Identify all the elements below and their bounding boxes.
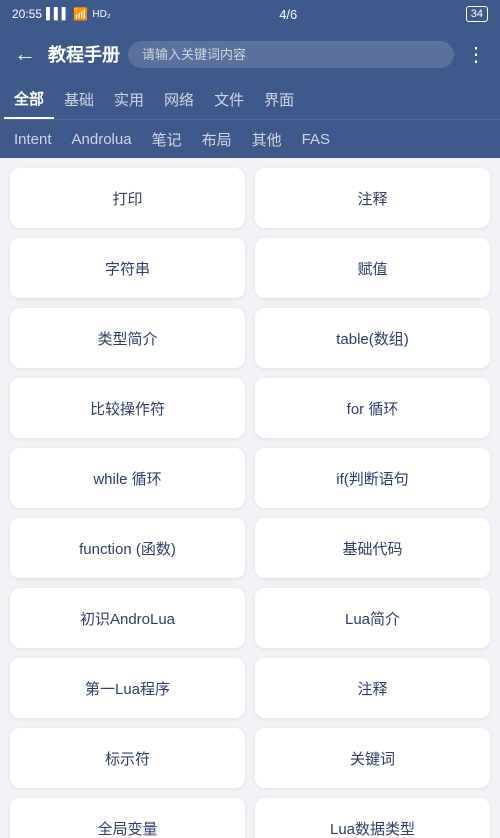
tab-network[interactable]: 网络 — [154, 81, 204, 118]
list-item[interactable]: 注释 — [255, 658, 490, 718]
list-item[interactable]: for 循环 — [255, 378, 490, 438]
list-item[interactable]: 关键词 — [255, 728, 490, 788]
status-bar: 20:55 ▌▌▌ 📶 HD₂ 4/6 34 — [0, 0, 500, 28]
list-item[interactable]: 全局变量 — [10, 798, 245, 838]
page-title: 教程手册 — [48, 41, 120, 67]
tab-intent[interactable]: Intent — [4, 123, 62, 156]
list-item[interactable]: 类型简介 — [10, 308, 245, 368]
list-item[interactable]: while 循环 — [10, 448, 245, 508]
list-item[interactable]: if(判断语句 — [255, 448, 490, 508]
tab-androlua[interactable]: Androlua — [62, 123, 142, 156]
tab-all[interactable]: 全部 — [4, 80, 54, 119]
list-item[interactable]: 注释 — [255, 168, 490, 228]
status-left: 20:55 ▌▌▌ 📶 HD₂ — [12, 7, 111, 21]
list-item[interactable]: Lua数据类型 — [255, 798, 490, 838]
list-item[interactable]: 赋值 — [255, 238, 490, 298]
list-item[interactable]: 初识AndroLua — [10, 588, 245, 648]
page-indicator: 4/6 — [279, 7, 297, 22]
list-item[interactable]: Lua简介 — [255, 588, 490, 648]
search-input[interactable] — [128, 41, 454, 68]
signal-icon: ▌▌▌ — [46, 8, 69, 20]
tab-bar-primary: 全部 基础 实用 网络 文件 界面 — [0, 80, 500, 120]
more-button[interactable]: ⋮ — [462, 38, 490, 71]
list-item[interactable]: 第一Lua程序 — [10, 658, 245, 718]
list-item[interactable]: 打印 — [10, 168, 245, 228]
tab-file[interactable]: 文件 — [204, 81, 254, 118]
hd-label: HD₂ — [92, 9, 110, 20]
tab-fas[interactable]: FAS — [292, 123, 340, 156]
time-display: 20:55 — [12, 7, 42, 21]
content-grid: 打印注释字符串赋值类型简介table(数组)比较操作符for 循环while 循… — [0, 158, 500, 838]
tab-notes[interactable]: 笔记 — [142, 121, 192, 158]
tab-bar-secondary: Intent Androlua 笔记 布局 其他 FAS — [0, 120, 500, 158]
list-item[interactable]: 字符串 — [10, 238, 245, 298]
tab-basic[interactable]: 基础 — [54, 81, 104, 118]
list-item[interactable]: 基础代码 — [255, 518, 490, 578]
list-item[interactable]: 标示符 — [10, 728, 245, 788]
app-header: ← 教程手册 ⋮ — [0, 28, 500, 80]
list-item[interactable]: table(数组) — [255, 308, 490, 368]
back-button[interactable]: ← — [10, 37, 40, 71]
tab-ui[interactable]: 界面 — [254, 81, 304, 118]
tab-practical[interactable]: 实用 — [104, 81, 154, 118]
battery-indicator: 34 — [466, 6, 488, 22]
tab-other[interactable]: 其他 — [242, 121, 292, 158]
wifi-icon: 📶 — [73, 7, 88, 21]
tab-layout[interactable]: 布局 — [192, 121, 242, 158]
list-item[interactable]: 比较操作符 — [10, 378, 245, 438]
list-item[interactable]: function (函数) — [10, 518, 245, 578]
